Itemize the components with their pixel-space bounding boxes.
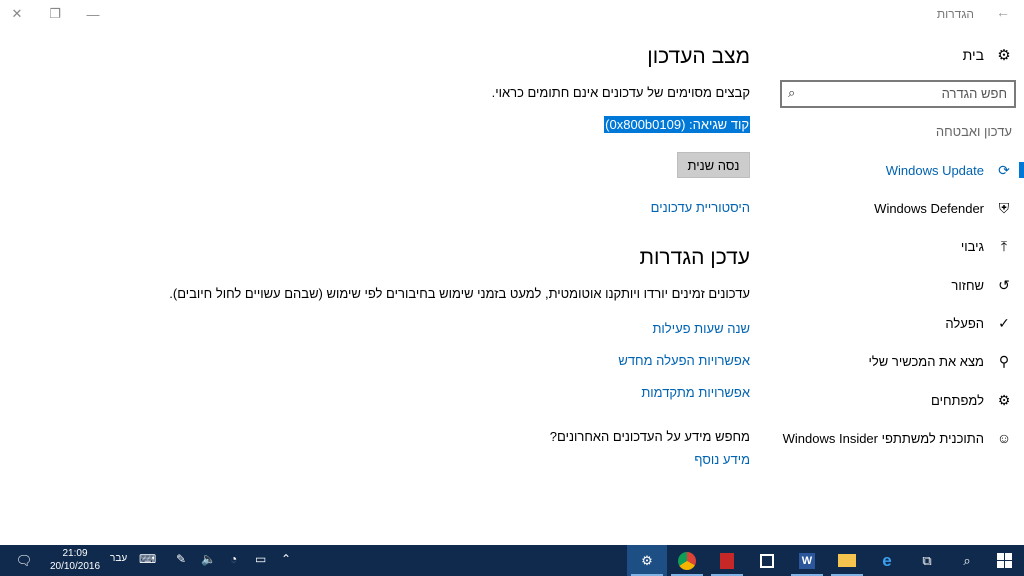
restore-button[interactable]: ❐ (38, 0, 72, 28)
nav-item-label: גיבוי (960, 238, 984, 254)
nav-item-backup[interactable]: ⤒ גיבוי (774, 227, 1024, 265)
search-icon: ⌕ (788, 85, 796, 100)
start-button[interactable] (984, 545, 1024, 576)
nav-item-insider[interactable]: ☺ התוכנית למשתתפי Windows Insider (774, 419, 1024, 457)
nav-item-developers[interactable]: ⚙ למפתחים (774, 381, 1024, 419)
windows-logo-icon (996, 553, 1012, 568)
chrome-icon (678, 551, 696, 570)
nav-item-label: Windows Defender (874, 200, 984, 216)
active-hours-link[interactable]: שנה שעות פעילות (652, 321, 750, 336)
nav-item-windows-update[interactable]: ⟳ Windows Update (774, 151, 1024, 189)
restore-icon: ❐ (49, 6, 61, 21)
pen-icon[interactable]: ✎ (176, 552, 186, 566)
nav-home-label: בית (962, 47, 984, 63)
more-info-link[interactable]: מידע נוסף (694, 452, 750, 467)
search-icon: ⌕ (963, 552, 971, 568)
action-center-button[interactable]: 🗨 (8, 545, 40, 576)
history-icon: ↺ (998, 276, 1010, 293)
person-location-icon: ⚲ (998, 352, 1010, 369)
active-indicator (1019, 162, 1024, 178)
error-code: קוד שגיאה: (0x800b0109) (604, 116, 750, 133)
restart-options-link[interactable]: אפשרויות הפעלה מחדש (618, 353, 750, 368)
store-icon (760, 553, 774, 568)
close-icon: ✕ (11, 6, 23, 21)
battery-icon[interactable]: ▭ (255, 552, 266, 566)
folder-icon (838, 554, 856, 567)
clock-date: 20/10/2016 (49, 561, 101, 572)
task-view-icon: ⧉ (922, 552, 932, 568)
search-button[interactable]: ⌕ (947, 545, 987, 576)
notification-icon: 🗨 (15, 552, 33, 568)
taskbar-settings[interactable]: ⚙ (627, 545, 667, 576)
nav-item-windows-defender[interactable]: ⛨ Windows Defender (774, 189, 1024, 227)
status-title: מצב העדכון (647, 45, 750, 68)
bookmark-app-icon (720, 552, 734, 569)
backup-arrow-icon: ⤒ (1000, 237, 1008, 254)
minimize-button[interactable]: — (76, 0, 110, 28)
check-circle-icon: ✓ (998, 314, 1010, 331)
nav-item-label: שחזור (951, 277, 984, 293)
title-bar: ✕ ❐ — הגדרות ← (0, 0, 1024, 28)
status-message: קבצים מסוימים של עדכונים אינם חתומים כרא… (491, 85, 750, 100)
wifi-icon[interactable]: ◔ (230, 552, 237, 566)
refresh-icon: ⟳ (998, 161, 1010, 178)
search-placeholder: חפש הגדרה (941, 86, 1007, 101)
taskbar-app-bookmark[interactable] (707, 545, 747, 576)
back-button[interactable]: ← (996, 4, 1010, 20)
retry-button[interactable]: נסה שנית (677, 152, 750, 178)
chevron-up-icon[interactable]: ⌃ (281, 552, 291, 566)
input-language[interactable]: עבר (110, 553, 127, 564)
minimize-icon: — (86, 6, 100, 22)
edge-icon: e (882, 550, 892, 570)
settings-title: עדכן הגדרות (639, 246, 750, 269)
clock[interactable]: 21:09 20/10/2016 (40, 547, 110, 573)
window-title: הגדרות (936, 7, 974, 21)
nav-item-find-my-device[interactable]: ⚲ מצא את המכשיר שלי (774, 342, 1024, 380)
update-history-link[interactable]: היסטוריית עדכונים (651, 200, 750, 215)
nav-item-label: הפעלה (945, 315, 984, 331)
nav-section-title: עדכון ואבטחה (935, 124, 1012, 139)
taskbar-word[interactable]: W (787, 545, 827, 576)
keyboard-icon[interactable]: ⌨ (139, 552, 156, 566)
nav-item-label: מצא את המכשיר שלי (868, 353, 984, 369)
nav-item-label: התוכנית למשתתפי Windows Insider (782, 430, 984, 446)
search-box[interactable]: חפש הגדרה ⌕ (780, 80, 1016, 108)
clock-time: 21:09 (62, 548, 88, 559)
nav-home[interactable]: ⚙ בית (963, 46, 1012, 64)
insider-person-icon: ☺ (996, 430, 1012, 446)
task-view-button[interactable]: ⧉ (907, 545, 947, 576)
taskbar-store[interactable] (747, 545, 787, 576)
info-question: מחפש מידע על העדכונים האחרונים? (549, 429, 750, 444)
nav-item-activation[interactable]: ✓ הפעלה (774, 304, 1024, 342)
settings-message: עדכונים זמינים יורדו ויותקנו אוטומטית, ל… (169, 286, 750, 301)
developer-tools-icon: ⚙ (997, 391, 1011, 408)
taskbar-edge[interactable]: e (867, 545, 907, 576)
word-icon: W (799, 552, 815, 569)
volume-icon[interactable]: 🔈 (201, 552, 216, 566)
gear-icon: ⚙ (641, 552, 653, 568)
taskbar-chrome[interactable] (667, 545, 707, 576)
nav-item-recovery[interactable]: ↺ שחזור (774, 266, 1024, 304)
advanced-options-link[interactable]: אפשרויות מתקדמות (641, 385, 750, 400)
gear-icon: ⚙ (997, 47, 1011, 64)
taskbar: 🗨 21:09 20/10/2016 עבר ⌨ ✎ 🔈 ◔ ▭ ⌃ ⚙ W e… (0, 545, 1024, 576)
nav-item-label: Windows Update (885, 162, 984, 178)
taskbar-file-explorer[interactable] (827, 545, 867, 576)
shield-icon: ⛨ (998, 199, 1010, 216)
nav-item-label: למפתחים (931, 392, 984, 408)
close-button[interactable]: ✕ (0, 0, 34, 28)
